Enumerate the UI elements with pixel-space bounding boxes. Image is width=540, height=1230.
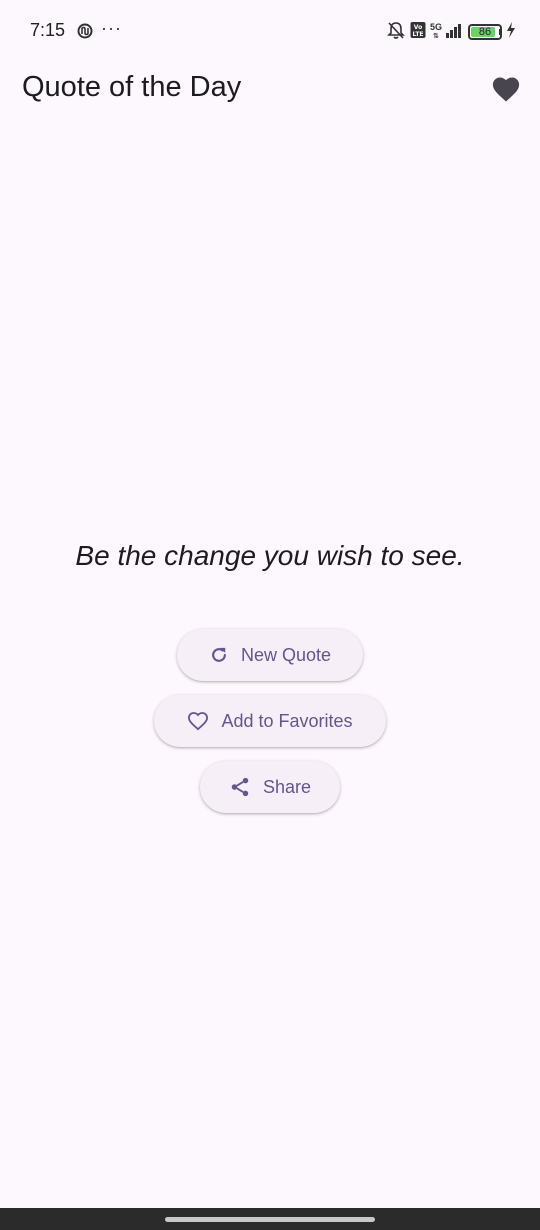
system-nav-bar bbox=[0, 1208, 540, 1230]
charging-icon bbox=[506, 21, 516, 43]
add-to-favorites-button[interactable]: Add to Favorites bbox=[154, 695, 386, 747]
add-to-favorites-label: Add to Favorites bbox=[221, 710, 353, 731]
volte-icon: Vo LTE bbox=[410, 21, 426, 44]
volte-label: Vo bbox=[414, 24, 422, 31]
battery-level: 86 bbox=[478, 26, 492, 38]
status-icons: Vo LTE 5G ⇅ 86 bbox=[386, 20, 516, 44]
share-button[interactable]: Share bbox=[200, 761, 340, 813]
status-time: 7:15 bbox=[30, 20, 66, 40]
page-title: Quote of the Day bbox=[22, 71, 242, 103]
share-icon bbox=[229, 776, 251, 798]
heart-filled-icon bbox=[491, 75, 521, 108]
app-notification-icon bbox=[77, 23, 93, 39]
svg-text:LTE: LTE bbox=[412, 31, 423, 38]
network-label: 5G bbox=[429, 22, 442, 32]
new-quote-label: New Quote bbox=[240, 644, 332, 665]
new-quote-button[interactable]: New Quote bbox=[177, 629, 363, 681]
mute-bell-icon bbox=[386, 20, 406, 45]
quote-text: Be the change you wish to see. bbox=[75, 540, 465, 571]
heart-outline-icon bbox=[187, 711, 209, 731]
status-bar: 7:15 ··· Vo LTE 5G ⇅ 86 bbox=[0, 0, 540, 62]
battery-icon: 86 bbox=[468, 24, 502, 40]
home-gesture-handle[interactable] bbox=[165, 1217, 375, 1222]
network-type: 5G ⇅ bbox=[429, 22, 442, 41]
refresh-icon bbox=[209, 645, 229, 665]
signal-icon bbox=[446, 22, 464, 43]
favorites-button[interactable] bbox=[486, 71, 526, 111]
more-notifications-icon: ··· bbox=[101, 18, 122, 38]
share-label: Share bbox=[262, 776, 312, 797]
